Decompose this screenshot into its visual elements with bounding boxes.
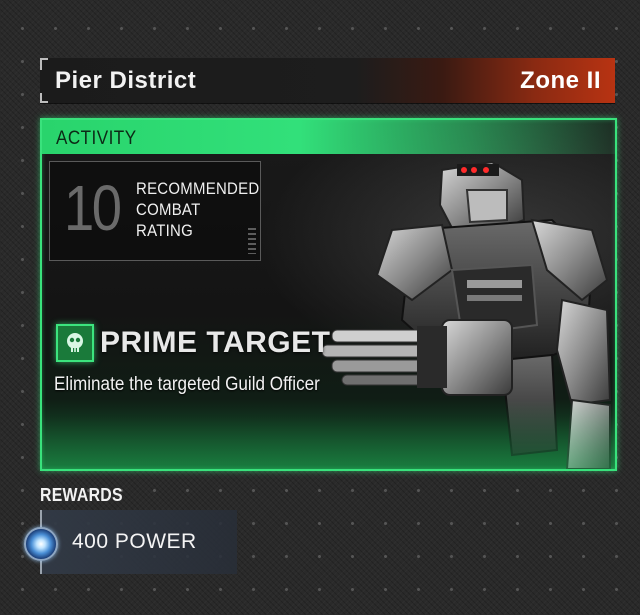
recommended-rating-caption: RECOMMENDED COMBAT RATING xyxy=(136,179,260,240)
header-bar: Pier District Zone II xyxy=(40,58,615,103)
activity-label: ACTIVITY xyxy=(56,128,137,149)
reward-label: 400 POWER xyxy=(72,530,197,553)
prime-target-description: Eliminate the targeted Guild Officer xyxy=(54,374,320,395)
skull-icon xyxy=(56,324,94,362)
prime-target-title: PRIME TARGET xyxy=(100,326,331,359)
activity-card[interactable]: ACTIVITY 10 RECOMMENDED COMBAT RATING PR… xyxy=(40,118,617,471)
activity-band: ACTIVITY xyxy=(42,120,615,154)
rewards-heading: REWARDS xyxy=(40,485,123,505)
rating-tick-marks xyxy=(248,228,256,254)
recommended-rating-box: 10 RECOMMENDED COMBAT RATING xyxy=(49,161,261,261)
mech-soldier-image xyxy=(321,160,612,469)
header-bracket-bottom xyxy=(40,93,48,103)
district-name: Pier District xyxy=(55,67,197,94)
power-orb-icon xyxy=(24,527,58,561)
recommended-rating-value: 10 xyxy=(64,172,122,244)
header-bracket-top xyxy=(40,58,48,70)
zone-label: Zone II xyxy=(520,67,601,94)
